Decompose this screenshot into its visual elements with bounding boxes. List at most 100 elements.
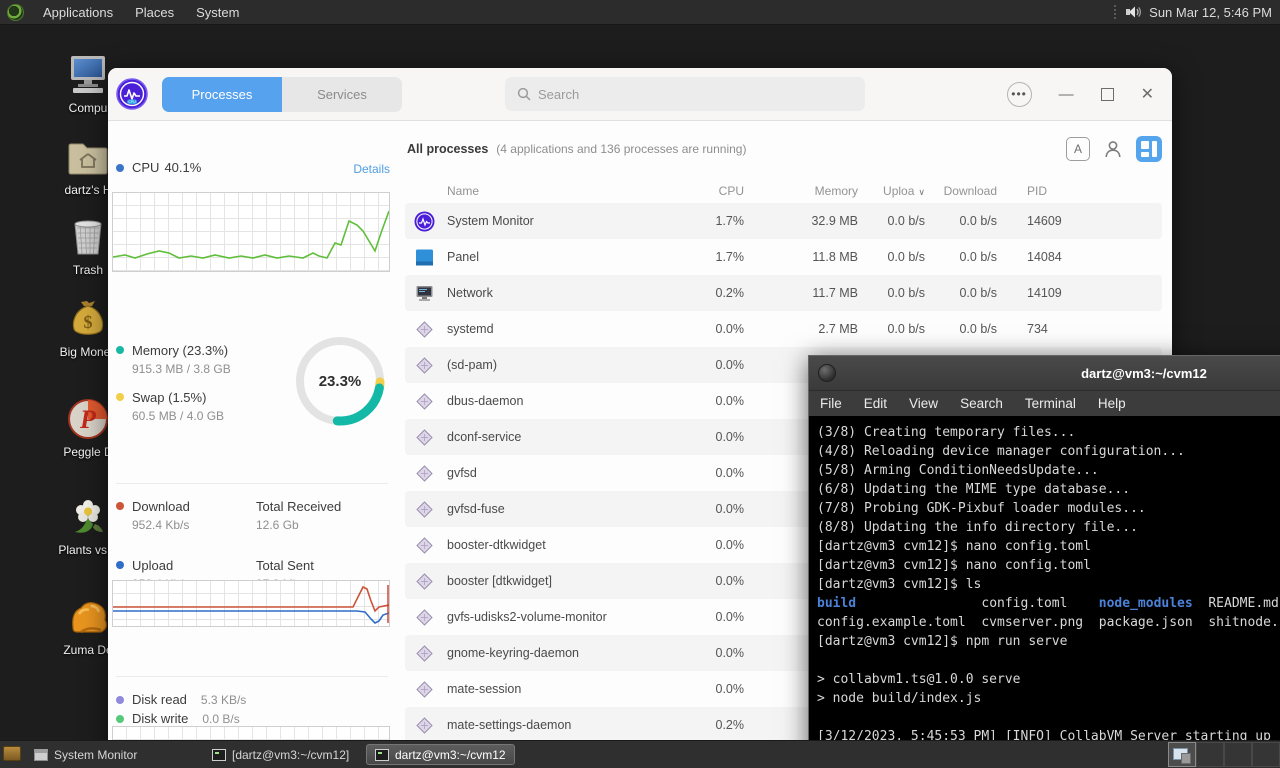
terminal-line: [dartz@vm3 cvm12]$ nano config.toml [817,539,1091,554]
minimize-icon[interactable]: — [1059,86,1074,103]
terminal-body[interactable]: (3/8) Creating temporary files... (4/8) R… [809,416,1280,753]
money-bag-icon: $ [65,296,111,342]
system-monitor-headerbar: CPU Processes Services Search ••• — ✕ [108,68,1172,121]
memory-label: Memory (23.3%) [132,343,229,358]
window-icon [34,748,48,761]
column-header-pid[interactable]: PID [997,184,1047,198]
workspace-3[interactable] [1224,742,1252,767]
process-upload: 0.0 b/s [887,250,925,264]
compact-view-icon[interactable] [1136,136,1162,162]
menu-applications[interactable]: Applications [32,2,124,23]
terminal-line: [dartz@vm3 cvm12]$ npm run serve [817,634,1068,649]
terminal-line: [dartz@vm3 cvm12]$ nano config.toml [817,558,1091,573]
terminal-line: config.example.toml cvmserver.png packag… [817,615,1279,630]
task-button-system-monitor[interactable]: System Monitor [25,744,146,765]
terminal-line: (7/8) Probing GDK-Pixbuf loader modules.… [817,501,1146,516]
process-scope: All processes [407,142,489,156]
process-pid: 14609 [1027,214,1062,228]
process-cpu: 0.0% [715,322,745,336]
applet-grip [1114,5,1119,19]
panel-icon [414,247,435,268]
terminal-menu-help[interactable]: Help [1087,396,1137,411]
process-download: 0.0 b/s [959,214,997,228]
process-cpu: 1.7% [715,250,745,264]
search-icon [517,87,531,101]
column-header-cpu[interactable]: CPU [719,184,744,198]
column-header-memory[interactable]: Memory [815,184,858,198]
terminal-line: (5/8) Arming ConditionNeedsUpdate... [817,463,1099,478]
process-name: (sd-pam) [447,358,498,372]
process-table-header: Name CPU Memory Uploa ∨ Download PID [405,179,1162,203]
process-name: gvfsd [447,466,477,480]
divider [116,483,388,484]
disk-read-label: Disk read [132,692,187,707]
terminal-menu-file[interactable]: File [809,396,853,411]
task-button-dartz-vm3-cvm12[interactable]: dartz@vm3:~/cvm12 [366,744,515,765]
disk-read-dot-icon [116,695,124,704]
applications-view-icon[interactable]: A [1066,137,1090,161]
terminal-menu-view[interactable]: View [898,396,949,411]
task-button-dartz-vm3-cvm12[interactable]: [dartz@vm3:~/cvm12] [203,744,358,765]
show-desktop-icon[interactable] [3,746,21,761]
terminal-titlebar[interactable]: dartz@vm3:~/cvm12 [809,356,1280,391]
tab-services[interactable]: Services [282,76,402,112]
workspace-2[interactable] [1196,742,1224,767]
search-input[interactable]: Search [505,77,865,111]
close-icon[interactable]: ✕ [1141,84,1154,104]
diamond-icon [414,679,435,700]
process-cpu: 0.0% [715,430,745,444]
terminal-line: (8/8) Updating the info directory file..… [817,520,1138,535]
process-memory: 11.8 MB [812,250,858,264]
process-name: gvfs-udisks2-volume-monitor [447,610,607,624]
zuma-icon [65,594,111,640]
cpu-value: 40.1% [164,160,202,175]
download-legend-item: Download 952.4 Kb/s [116,498,256,534]
distro-logo-icon[interactable] [7,3,24,21]
workspace-1[interactable] [1168,742,1196,767]
process-cpu: 1.7% [715,214,745,228]
process-upload: 0.0 b/s [887,286,925,300]
terminal-menu-search[interactable]: Search [949,396,1014,411]
chevron-down-icon: ∨ [918,187,925,197]
process-row-system-monitor[interactable]: System Monitor 1.7% 32.9 MB 0.0 b/s 0.0 b/s 1… [405,203,1162,239]
panel-right: Sun Mar 12, 5:46 PM [1114,4,1280,20]
maximize-icon[interactable] [1100,87,1114,101]
disk-write-dot-icon [116,714,124,723]
column-header-name[interactable]: Name [447,184,479,198]
diamond-icon [414,499,435,520]
cpu-dot-icon [116,163,124,172]
divider [116,676,388,677]
menu-places[interactable]: Places [124,2,185,23]
disk-legend: Disk read 5.3 KB/s Disk write 0.0 B/s [116,692,246,730]
disk-write-item: Disk write 0.0 B/s [116,711,246,726]
column-header-download[interactable]: Download [944,184,997,198]
process-memory: 32.9 MB [811,214,858,228]
menu-dots-icon[interactable]: ••• [1006,81,1032,107]
terminal-menu-terminal[interactable]: Terminal [1014,396,1087,411]
total-received-item: Total Received 12.6 Gb [256,498,396,534]
process-row-systemd[interactable]: systemd 0.0% 2.7 MB 0.0 b/s 0.0 b/s 734 [405,311,1162,347]
process-row-network[interactable]: Network 0.2% 11.7 MB 0.0 b/s 0.0 b/s 14109 [405,275,1162,311]
process-cpu: 0.2% [715,286,745,300]
tab-processes[interactable]: Processes [162,76,282,112]
terminal-menu-edit[interactable]: Edit [853,396,898,411]
process-name: System Monitor [447,214,534,228]
process-cpu: 0.0% [715,574,745,588]
process-name: Network [447,286,493,300]
disk-write-rate: 0.0 B/s [202,711,240,726]
cpu-details-link[interactable]: Details [353,162,390,176]
process-cpu: 0.0% [715,538,745,552]
diamond-icon [414,535,435,556]
column-header-uploa[interactable]: Uploa ∨ [883,184,925,198]
diamond-icon [414,715,435,736]
user-processes-icon[interactable] [1103,139,1123,159]
clock[interactable]: Sun Mar 12, 5:46 PM [1149,5,1272,20]
home-folder-icon [65,134,111,180]
system-monitor-app-icon: CPU [116,78,148,110]
volume-icon[interactable] [1125,4,1143,20]
process-upload: 0.0 b/s [887,322,925,336]
process-row-panel[interactable]: Panel 1.7% 11.8 MB 0.0 b/s 0.0 b/s 14084 [405,239,1162,275]
diamond-icon [414,463,435,484]
menu-system[interactable]: System [185,2,250,23]
workspace-4[interactable] [1252,742,1280,767]
